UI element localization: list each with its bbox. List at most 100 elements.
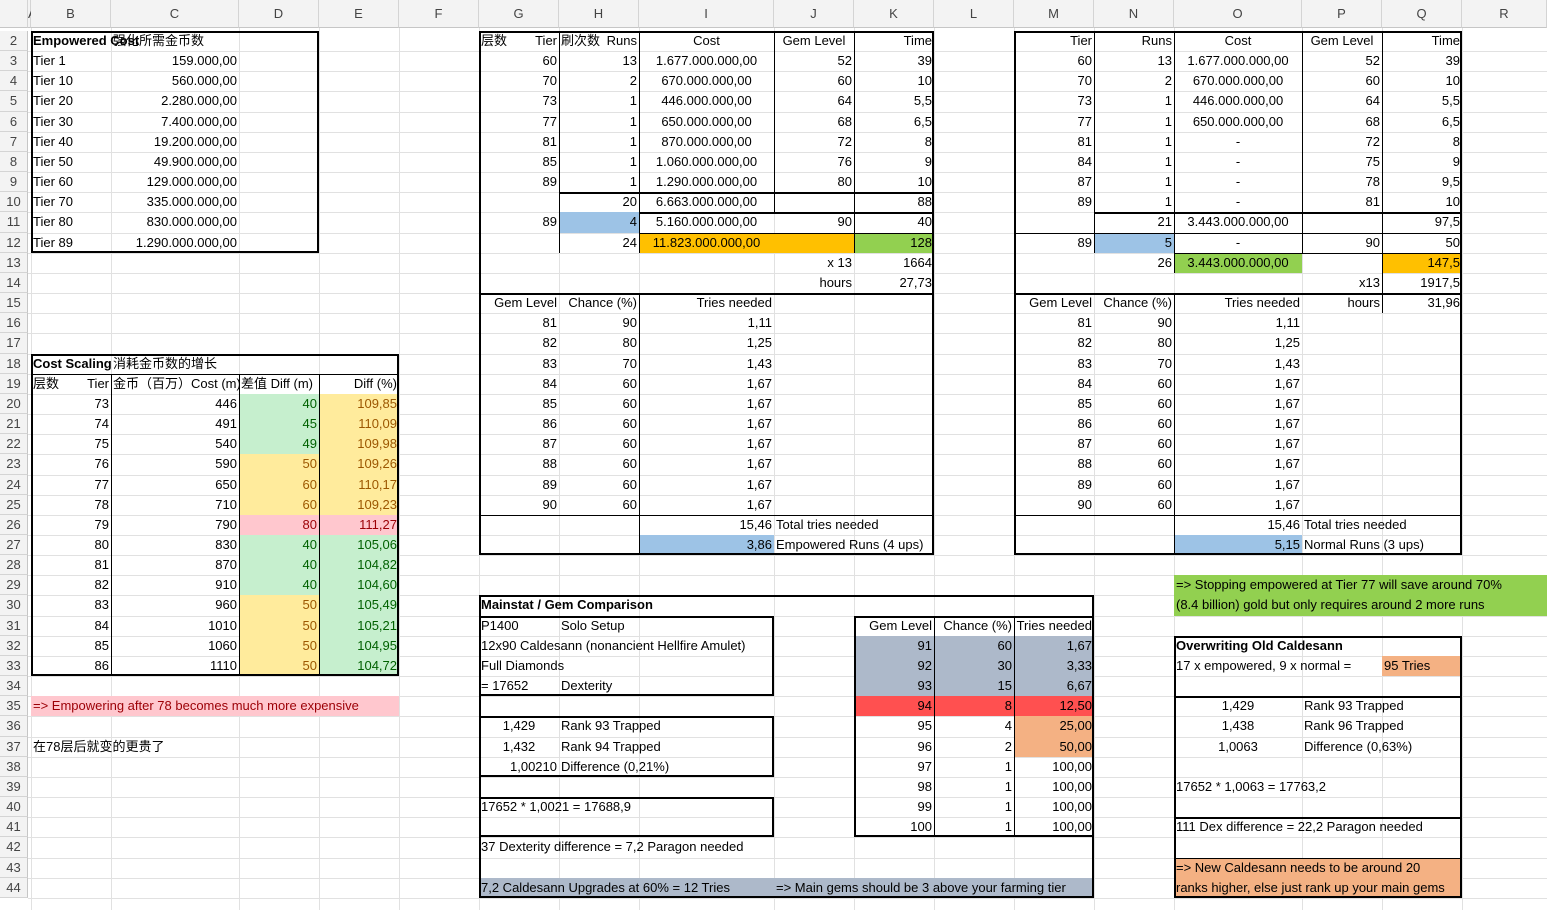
column-header-e[interactable]: E — [319, 0, 399, 28]
cell-b32[interactable]: 85 — [31, 637, 111, 657]
cell-k3[interactable]: 39 — [854, 52, 934, 72]
row-header-31[interactable]: 31 — [0, 615, 28, 636]
cell-k9[interactable]: 10 — [854, 173, 934, 193]
cell-h20[interactable]: 60 — [559, 395, 639, 415]
cell-m31[interactable]: Tries needed — [1014, 617, 1094, 637]
cell-b33[interactable]: 86 — [31, 657, 111, 677]
cell-g20[interactable]: 85 — [479, 395, 559, 415]
cell-i20[interactable]: 1,67 — [639, 395, 774, 415]
cell-j27[interactable]: Empowered Runs (4 ups) — [774, 536, 925, 556]
cell-c30[interactable]: 960 — [111, 596, 239, 616]
row-header-5[interactable]: 5 — [0, 91, 28, 112]
cell-p35[interactable]: Rank 93 Trapped — [1302, 697, 1406, 717]
row-header-25[interactable]: 25 — [0, 494, 28, 515]
cell-b23[interactable]: 76 — [31, 455, 111, 475]
cell-g30[interactable]: Mainstat / Gem Comparison — [479, 596, 655, 616]
cell-h15[interactable]: Chance (%) — [559, 294, 639, 314]
cell-k8[interactable]: 9 — [854, 153, 934, 173]
cell-h24[interactable]: 60 — [559, 476, 639, 496]
cell-g32[interactable]: 12x90 Caldesann (nonancient Hellfire Amu… — [479, 637, 748, 657]
cell-h11[interactable]: 4 — [559, 213, 639, 233]
cell-n6[interactable]: 1 — [1094, 113, 1174, 133]
cell-o10[interactable]: - — [1174, 193, 1302, 213]
cell-b8[interactable]: Tier 50 — [31, 153, 75, 173]
cell-k4[interactable]: 10 — [854, 72, 934, 92]
cell-l32[interactable]: 60 — [934, 637, 1014, 657]
cell-m6[interactable]: 77 — [1014, 113, 1094, 133]
cell-n17[interactable]: 80 — [1094, 334, 1174, 354]
cell-i23[interactable]: 1,67 — [639, 455, 774, 475]
column-header-h[interactable]: H — [559, 0, 639, 28]
cell-i27[interactable]: 3,86 — [639, 536, 774, 556]
cell-o17[interactable]: 1,25 — [1174, 334, 1302, 354]
cell-g42[interactable]: 37 Dexterity difference = 7,2 Paragon ne… — [479, 838, 745, 858]
cell-o35[interactable]: 1,429 — [1174, 697, 1302, 717]
cell-i12[interactable]: 11.823.000.000,00 — [639, 234, 774, 254]
row-header-40[interactable]: 40 — [0, 797, 28, 818]
cell-d22[interactable]: 49 — [239, 435, 319, 455]
cell-h37[interactable]: Rank 94 Trapped — [559, 738, 663, 758]
cell-g33[interactable]: Full Diamonds — [479, 657, 566, 677]
cell-i26[interactable]: 15,46 — [639, 516, 774, 536]
cell-h12[interactable]: 24 — [559, 234, 639, 254]
cell-g23[interactable]: 88 — [479, 455, 559, 475]
cell-b3[interactable]: Tier 1 — [31, 52, 68, 72]
cell-c3[interactable]: 159.000,00 — [111, 52, 239, 72]
column-header-b[interactable]: B — [31, 0, 111, 28]
cell-b37[interactable]: 在78层后就变的更贵了 — [31, 738, 166, 758]
cell-k32[interactable]: 91 — [854, 637, 934, 657]
cell-n19[interactable]: 60 — [1094, 375, 1174, 395]
cell-j11[interactable]: 90 — [774, 213, 854, 233]
cell-i7[interactable]: 870.000.000,00 — [639, 133, 774, 153]
cell-g15[interactable]: Gem Level — [479, 294, 559, 314]
cell-g6[interactable]: 77 — [479, 113, 559, 133]
row-header-10[interactable]: 10 — [0, 192, 28, 213]
row-header-9[interactable]: 9 — [0, 172, 28, 193]
cell-j6[interactable]: 68 — [774, 113, 854, 133]
column-header-l[interactable]: L — [934, 0, 1014, 28]
cell-m3[interactable]: 60 — [1014, 52, 1094, 72]
cell-g34[interactable]: = 17652 — [479, 677, 530, 697]
cell-i21[interactable]: 1,67 — [639, 415, 774, 435]
cell-h7[interactable]: 1 — [559, 133, 639, 153]
cell-n25[interactable]: 60 — [1094, 496, 1174, 516]
cell-o43[interactable]: => New Caldesann needs to be around 20 — [1174, 859, 1422, 879]
cell-h9[interactable]: 1 — [559, 173, 639, 193]
cell-i24[interactable]: 1,67 — [639, 476, 774, 496]
cell-k37[interactable]: 96 — [854, 738, 934, 758]
cell-c6[interactable]: 7.400.000,00 — [111, 113, 239, 133]
cell-q4[interactable]: 10 — [1382, 72, 1462, 92]
column-header-m[interactable]: M — [1014, 0, 1094, 28]
cell-n2[interactable]: Runs — [1094, 32, 1174, 52]
cell-e27[interactable]: 105,06 — [319, 536, 399, 556]
row-header-32[interactable]: 32 — [0, 635, 28, 656]
cell-b5[interactable]: Tier 20 — [31, 92, 75, 112]
row-header-14[interactable]: 14 — [0, 272, 28, 294]
cell-b31[interactable]: 84 — [31, 617, 111, 637]
cell-n18[interactable]: 70 — [1094, 355, 1174, 375]
cell-d20[interactable]: 40 — [239, 395, 319, 415]
cell-o11[interactable]: 3.443.000.000,00 — [1174, 213, 1302, 233]
cell-g11[interactable]: 89 — [479, 213, 559, 233]
cell-p27[interactable]: Normal Runs (3 ups) — [1302, 536, 1426, 556]
cell-o15[interactable]: Tries needed — [1174, 294, 1302, 314]
row-header-16[interactable]: 16 — [0, 313, 28, 334]
cell-j7[interactable]: 72 — [774, 133, 854, 153]
cell-p2[interactable]: Gem Level — [1302, 32, 1382, 52]
cell-h22[interactable]: 60 — [559, 435, 639, 455]
cell-h10[interactable]: 20 — [559, 193, 639, 213]
cell-g8[interactable]: 85 — [479, 153, 559, 173]
cell-m17[interactable]: 82 — [1014, 334, 1094, 354]
row-header-37[interactable]: 37 — [0, 736, 28, 757]
cell-o33[interactable]: 17 x empowered, 9 x normal = — [1174, 657, 1353, 677]
cell-h5[interactable]: 1 — [559, 92, 639, 112]
cell-b4[interactable]: Tier 10 — [31, 72, 75, 92]
cell-o30[interactable]: (8.4 billion) gold but only requires aro… — [1174, 596, 1487, 616]
cell-m12[interactable]: 89 — [1014, 234, 1094, 254]
cell-n24[interactable]: 60 — [1094, 476, 1174, 496]
column-header-k[interactable]: K — [854, 0, 934, 28]
cell-c29[interactable]: 910 — [111, 576, 239, 596]
cell-c4[interactable]: 560.000,00 — [111, 72, 239, 92]
cell-g19[interactable]: 84 — [479, 375, 559, 395]
cell-e20[interactable]: 109,85 — [319, 395, 399, 415]
